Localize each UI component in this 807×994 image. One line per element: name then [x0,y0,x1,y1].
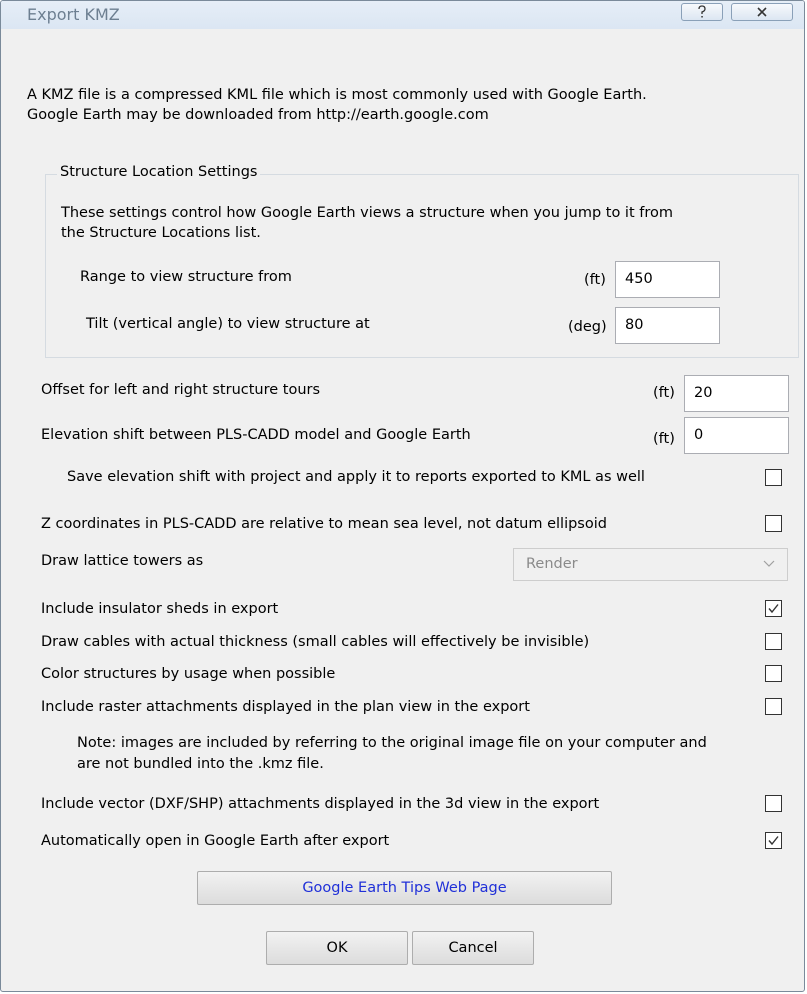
lattice-select[interactable]: Render [513,548,788,581]
auto-open-label: Automatically open in Google Earth after… [41,833,390,849]
cable-thickness-checkbox[interactable] [765,633,782,650]
offset-unit: (ft) [653,385,675,401]
vector-checkbox[interactable] [765,795,782,812]
intro-line-1: A KMZ file is a compressed KML file whic… [27,87,647,103]
offset-label: Offset for left and right structure tour… [41,382,321,398]
raster-checkbox[interactable] [765,698,782,715]
color-usage-checkbox[interactable] [765,665,782,682]
close-button[interactable] [731,3,793,21]
range-unit: (ft) [584,272,606,288]
elevation-shift-unit: (ft) [653,431,675,447]
insulator-sheds-label: Include insulator sheds in export [41,601,279,617]
z-coords-checkbox[interactable] [765,515,782,532]
elevation-shift-input[interactable]: 0 [684,417,789,454]
raster-label: Include raster attachments displayed in … [41,699,530,715]
close-icon [757,7,767,17]
group-title: Structure Location Settings [57,164,261,180]
intro-line-2: Google Earth may be downloaded from http… [27,107,489,123]
group-desc-1: These settings control how Google Earth … [61,205,673,221]
checkmark-icon [768,604,779,614]
range-label: Range to view structure from [80,269,292,285]
offset-input[interactable]: 20 [684,375,789,412]
lattice-label: Draw lattice towers as [41,553,204,569]
raster-note-2: are not bundled into the .kmz file. [77,756,324,772]
title-bar: Export KMZ [1,1,804,29]
cable-thickness-label: Draw cables with actual thickness (small… [41,634,590,650]
save-shift-checkbox[interactable] [765,469,782,486]
insulator-sheds-checkbox[interactable] [765,600,782,617]
save-shift-label: Save elevation shift with project and ap… [67,469,645,485]
checkmark-icon [768,836,779,846]
vector-label: Include vector (DXF/SHP) attachments dis… [41,796,600,812]
auto-open-checkbox[interactable] [765,832,782,849]
color-usage-label: Color structures by usage when possible [41,666,336,682]
elevation-shift-label: Elevation shift between PLS-CADD model a… [41,427,471,443]
group-desc-2: the Structure Locations list. [61,225,261,241]
raster-note-1: Note: images are included by referring t… [77,735,707,751]
chevron-down-icon [763,560,775,567]
tilt-unit: (deg) [568,319,607,335]
cancel-button[interactable]: Cancel [412,931,534,965]
question-mark-icon [698,5,706,18]
lattice-select-value: Render [526,556,578,572]
z-coords-label: Z coordinates in PLS-CADD are relative t… [41,516,607,532]
tilt-label: Tilt (vertical angle) to view structure … [86,316,370,332]
ok-button[interactable]: OK [266,931,408,965]
export-kmz-dialog: Export KMZ A KMZ file is a compressed KM… [0,0,805,992]
google-earth-tips-button[interactable]: Google Earth Tips Web Page [197,871,612,905]
window-title: Export KMZ [27,5,120,24]
range-input[interactable]: 450 [615,261,720,298]
tilt-input[interactable]: 80 [615,307,720,344]
help-button[interactable] [681,3,723,21]
